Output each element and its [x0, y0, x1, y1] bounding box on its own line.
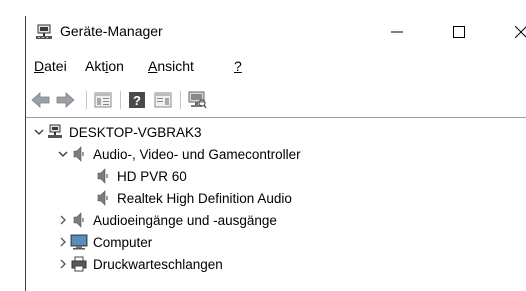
chevron-right-icon[interactable] — [56, 215, 70, 225]
monitor-icon — [70, 234, 88, 250]
chevron-right-icon[interactable] — [56, 259, 70, 269]
device-manager-app-icon — [35, 23, 53, 41]
menu-ansicht-accesskey: A — [148, 58, 158, 74]
speaker-icon — [70, 146, 88, 162]
speaker-icon — [70, 212, 88, 228]
close-button[interactable] — [498, 16, 526, 48]
tree-leaf-realtek[interactable]: Realtek High Definition Audio — [94, 187, 292, 209]
menu-aktion-label-start: Akt — [85, 58, 106, 74]
tree-node-label: HD PVR 60 — [117, 168, 187, 184]
window-title: Geräte-Manager — [60, 23, 163, 39]
device-view-icon — [154, 92, 172, 108]
menu-help-accesskey: ? — [234, 58, 242, 74]
scan-hardware-icon — [188, 91, 207, 109]
properties-button[interactable] — [92, 89, 114, 111]
properties-icon — [94, 92, 112, 108]
tree-node-label: Druckwarteschlangen — [93, 256, 223, 272]
toolbar-separator — [120, 91, 121, 109]
forward-button[interactable] — [54, 89, 76, 111]
maximize-icon — [453, 26, 465, 38]
speaker-icon — [94, 190, 112, 206]
view-button[interactable] — [152, 89, 174, 111]
tree-leaf-hd-pvr[interactable]: HD PVR 60 — [94, 165, 187, 187]
scan-hardware-button[interactable] — [186, 89, 208, 111]
device-manager-window: Geräte-Manager Datei Aktion Ansicht ? ? … — [25, 16, 526, 291]
menu-bar: Datei Aktion Ansicht ? — [26, 56, 526, 78]
chevron-down-icon[interactable] — [32, 127, 46, 137]
tree-node-computer[interactable]: Computer — [56, 231, 152, 253]
menu-ansicht-label: nsicht — [157, 58, 194, 74]
minimize-icon — [391, 31, 403, 33]
tree-node-print-queues[interactable]: Druckwarteschlangen — [56, 253, 223, 275]
tree-node-label: Audio-, Video- und Gamecontroller — [93, 146, 301, 162]
tree-node-label: Audioeingänge und -ausgänge — [93, 212, 277, 228]
help-button[interactable]: ? — [126, 89, 148, 111]
tree-node-label: Computer — [93, 234, 153, 250]
svg-text:?: ? — [133, 93, 141, 108]
toolbar: ? — [26, 86, 526, 114]
toolbar-separator — [86, 91, 87, 109]
menu-datei-accesskey: D — [34, 58, 45, 74]
menu-datei[interactable]: Datei — [34, 58, 67, 74]
minimize-button[interactable] — [374, 16, 420, 48]
menu-aktion[interactable]: Aktion — [85, 58, 124, 74]
chevron-down-icon[interactable] — [56, 149, 70, 159]
forward-arrow-icon — [56, 92, 75, 108]
toolbar-separator — [180, 91, 181, 109]
menu-aktion-label-end: on — [108, 58, 124, 74]
tree-root-label: DESKTOP-VGBRAK3 — [69, 124, 202, 140]
close-icon — [515, 26, 526, 38]
maximize-button[interactable] — [436, 16, 482, 48]
menu-datei-label: atei — [44, 58, 67, 74]
back-button[interactable] — [30, 89, 52, 111]
back-arrow-icon — [31, 92, 50, 108]
help-icon: ? — [129, 92, 145, 108]
computer-tree-icon — [46, 124, 64, 140]
chevron-right-icon[interactable] — [56, 237, 70, 247]
title-bar[interactable]: Geräte-Manager — [26, 16, 526, 48]
speaker-icon — [94, 168, 112, 184]
tree-root[interactable]: DESKTOP-VGBRAK3 — [32, 121, 202, 143]
tree-node-label: Realtek High Definition Audio — [117, 190, 292, 206]
menu-ansicht[interactable]: Ansicht — [148, 58, 194, 74]
tree-node-audio-io[interactable]: Audioeingänge und -ausgänge — [56, 209, 277, 231]
tree-node-audio-video[interactable]: Audio-, Video- und Gamecontroller — [56, 143, 301, 165]
printer-icon — [70, 256, 88, 272]
menu-help[interactable]: ? — [234, 58, 242, 74]
device-tree: DESKTOP-VGBRAK3 Audio-, Video- und Gamec… — [26, 117, 526, 291]
